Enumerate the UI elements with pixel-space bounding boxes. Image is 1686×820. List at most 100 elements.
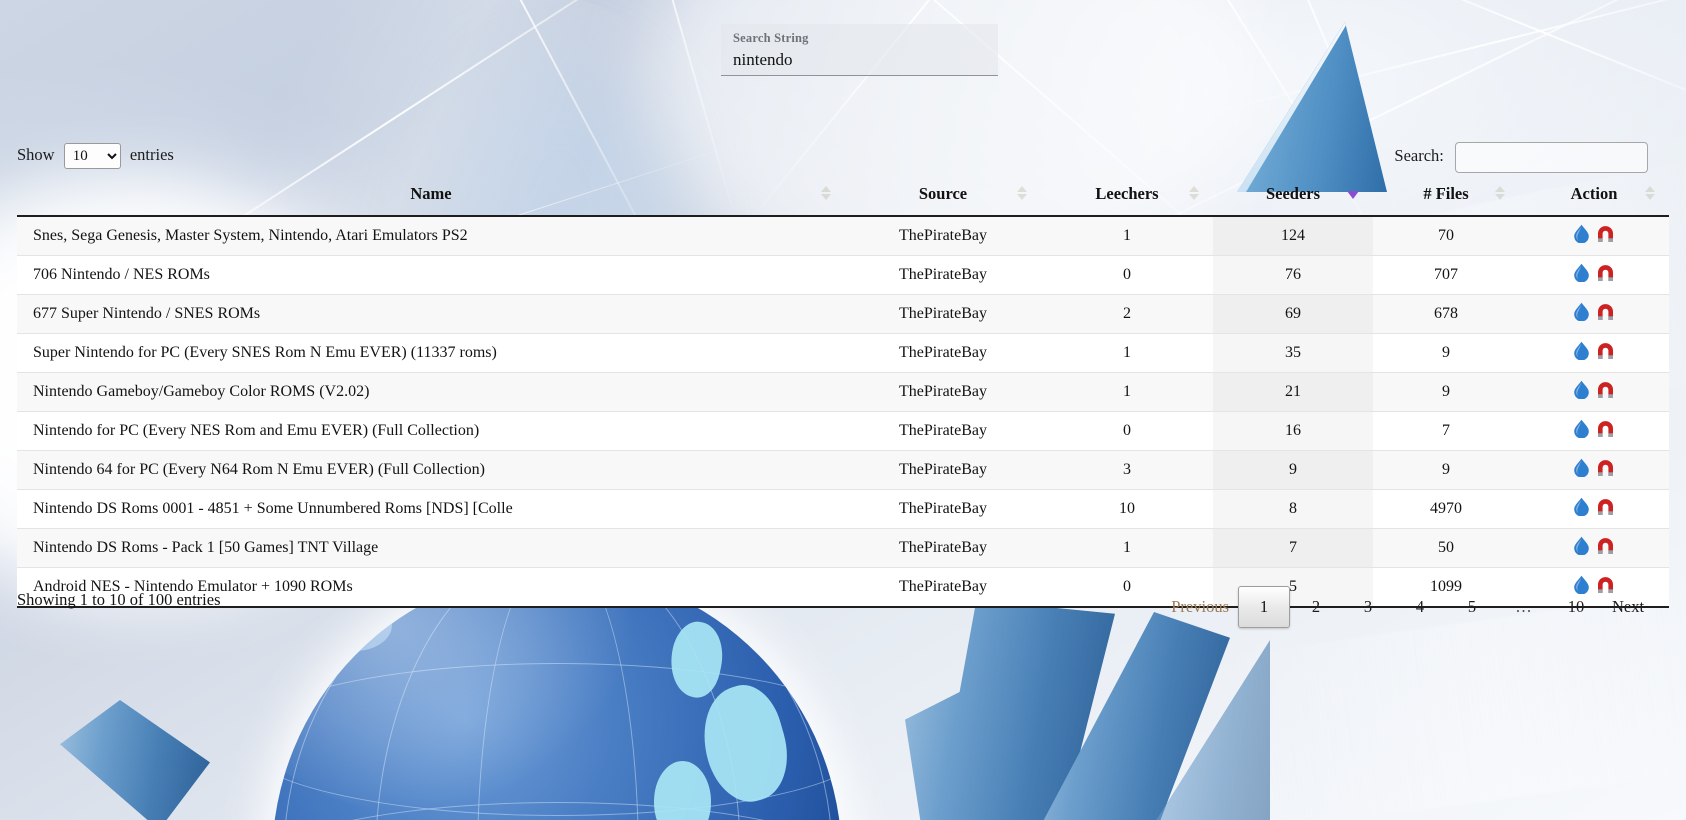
- sort-arrows-icon[interactable]: [1645, 185, 1655, 204]
- download-droplet-icon[interactable]: [1573, 341, 1590, 361]
- download-droplet-icon[interactable]: [1573, 302, 1590, 322]
- search-string-label: Search String: [733, 31, 809, 45]
- magnet-icon: [1598, 225, 1613, 242]
- cell-action: [1519, 333, 1669, 373]
- action-icon-group: [1573, 302, 1615, 322]
- magnet-icon: [1598, 342, 1613, 359]
- cell-name: 706 Nintendo / NES ROMs: [17, 255, 845, 295]
- cell-seeders: 8: [1213, 489, 1373, 529]
- cell-source: ThePirateBay: [845, 255, 1041, 295]
- magnet-icon: [1598, 303, 1613, 320]
- action-icon-group: [1573, 536, 1615, 556]
- cell-action: [1519, 372, 1669, 412]
- table-row[interactable]: Nintendo for PC (Every NES Rom and Emu E…: [17, 411, 1669, 451]
- pagination-page-2[interactable]: 2: [1290, 592, 1342, 622]
- search-results-page: Search String nintendo Show 102550100 en…: [0, 0, 1686, 820]
- column-header-files[interactable]: # Files: [1373, 174, 1519, 217]
- cell-source: ThePirateBay: [845, 294, 1041, 334]
- cell-name: Nintendo DS Roms 0001 - 4851 + Some Unnu…: [17, 489, 845, 529]
- cell-name: Nintendo Gameboy/Gameboy Color ROMS (V2.…: [17, 372, 845, 412]
- column-header-action[interactable]: Action: [1519, 174, 1669, 217]
- magnet-icon[interactable]: [1596, 498, 1615, 516]
- results-table-body: Snes, Sega Genesis, Master System, Ninte…: [17, 216, 1669, 608]
- download-droplet-icon[interactable]: [1573, 224, 1590, 244]
- magnet-icon[interactable]: [1596, 420, 1615, 438]
- table-row[interactable]: Nintendo 64 for PC (Every N64 Rom N Emu …: [17, 450, 1669, 490]
- page-length-select[interactable]: 102550100: [63, 143, 121, 169]
- pagination-page-5[interactable]: 5: [1446, 592, 1498, 622]
- download-droplet-icon: [1574, 536, 1589, 556]
- cell-files: 9: [1373, 450, 1519, 490]
- pagination-page-4[interactable]: 4: [1394, 592, 1446, 622]
- action-icon-group: [1573, 380, 1615, 400]
- sort-arrows-icon[interactable]: [1017, 185, 1027, 204]
- magnet-icon: [1598, 537, 1613, 554]
- magnet-icon[interactable]: [1596, 537, 1615, 555]
- table-info-text: Showing 1 to 10 of 100 entries: [17, 590, 221, 609]
- sort-descending-active-icon[interactable]: [1347, 190, 1359, 199]
- cell-leechers: 1: [1041, 216, 1213, 256]
- pagination-page-10[interactable]: 10: [1550, 592, 1602, 622]
- search-string-field[interactable]: Search String nintendo: [721, 24, 998, 76]
- cell-source: ThePirateBay: [845, 216, 1041, 256]
- download-droplet-icon[interactable]: [1573, 263, 1590, 283]
- cell-seeders: 124: [1213, 216, 1373, 256]
- action-icon-group: [1573, 419, 1615, 439]
- sort-arrows-icon[interactable]: [821, 185, 831, 204]
- download-droplet-icon[interactable]: [1573, 536, 1590, 556]
- magnet-icon[interactable]: [1596, 264, 1615, 282]
- cell-seeders: 76: [1213, 255, 1373, 295]
- table-row[interactable]: Nintendo DS Roms 0001 - 4851 + Some Unnu…: [17, 489, 1669, 529]
- sort-arrows-icon[interactable]: [1189, 185, 1199, 204]
- cell-leechers: 0: [1041, 411, 1213, 451]
- table-row[interactable]: 677 Super Nintendo / SNES ROMs ThePirateB…: [17, 294, 1669, 334]
- cell-action: [1519, 255, 1669, 295]
- table-row[interactable]: Nintendo Gameboy/Gameboy Color ROMS (V2.…: [17, 372, 1669, 412]
- cell-source: ThePirateBay: [845, 489, 1041, 529]
- download-droplet-icon[interactable]: [1573, 419, 1590, 439]
- cell-name: Nintendo for PC (Every NES Rom and Emu E…: [17, 411, 845, 451]
- magnet-icon[interactable]: [1596, 225, 1615, 243]
- magnet-icon: [1598, 459, 1613, 476]
- cell-source: ThePirateBay: [845, 528, 1041, 568]
- magnet-icon[interactable]: [1596, 459, 1615, 477]
- cell-action: [1519, 411, 1669, 451]
- table-filter-input[interactable]: [1455, 142, 1648, 173]
- magnet-icon: [1598, 420, 1613, 437]
- column-header-source[interactable]: Source: [845, 174, 1041, 217]
- table-row[interactable]: Snes, Sega Genesis, Master System, Ninte…: [17, 216, 1669, 256]
- cell-files: 50: [1373, 528, 1519, 568]
- cell-files: 678: [1373, 294, 1519, 334]
- pagination-next[interactable]: Next: [1602, 592, 1654, 622]
- magnet-icon[interactable]: [1596, 303, 1615, 321]
- sort-arrows-icon[interactable]: [1495, 185, 1505, 204]
- pagination-page-1[interactable]: 1: [1238, 586, 1290, 628]
- column-header-label: Seeders: [1265, 184, 1321, 203]
- column-header-leechers[interactable]: Leechers: [1041, 174, 1213, 217]
- cell-files: 707: [1373, 255, 1519, 295]
- cell-action: [1519, 528, 1669, 568]
- action-icon-group: [1573, 497, 1615, 517]
- cell-name: Snes, Sega Genesis, Master System, Ninte…: [17, 216, 845, 256]
- cell-name: 677 Super Nintendo / SNES ROMs: [17, 294, 845, 334]
- magnet-icon[interactable]: [1596, 381, 1615, 399]
- cell-files: 4970: [1373, 489, 1519, 529]
- table-row[interactable]: Nintendo DS Roms - Pack 1 [50 Games] TNT…: [17, 528, 1669, 568]
- table-row[interactable]: Super Nintendo for PC (Every SNES Rom N …: [17, 333, 1669, 373]
- download-droplet-icon[interactable]: [1573, 458, 1590, 478]
- pagination-page-3[interactable]: 3: [1342, 592, 1394, 622]
- download-droplet-icon: [1574, 341, 1589, 361]
- column-header-seeders[interactable]: Seeders: [1213, 174, 1373, 217]
- cell-seeders: 35: [1213, 333, 1373, 373]
- magnet-icon[interactable]: [1596, 342, 1615, 360]
- table-pagination: Previous 1 2 3 4 5 … 10 Next: [1162, 586, 1654, 628]
- cell-source: ThePirateBay: [845, 411, 1041, 451]
- column-header-name[interactable]: Name: [17, 174, 845, 217]
- cell-seeders: 9: [1213, 450, 1373, 490]
- column-header-label: Leechers: [1095, 184, 1159, 203]
- search-string-value[interactable]: nintendo: [733, 48, 986, 72]
- action-icon-group: [1573, 341, 1615, 361]
- download-droplet-icon[interactable]: [1573, 380, 1590, 400]
- download-droplet-icon[interactable]: [1573, 497, 1590, 517]
- table-row[interactable]: 706 Nintendo / NES ROMs ThePirateBay 0 76 70…: [17, 255, 1669, 295]
